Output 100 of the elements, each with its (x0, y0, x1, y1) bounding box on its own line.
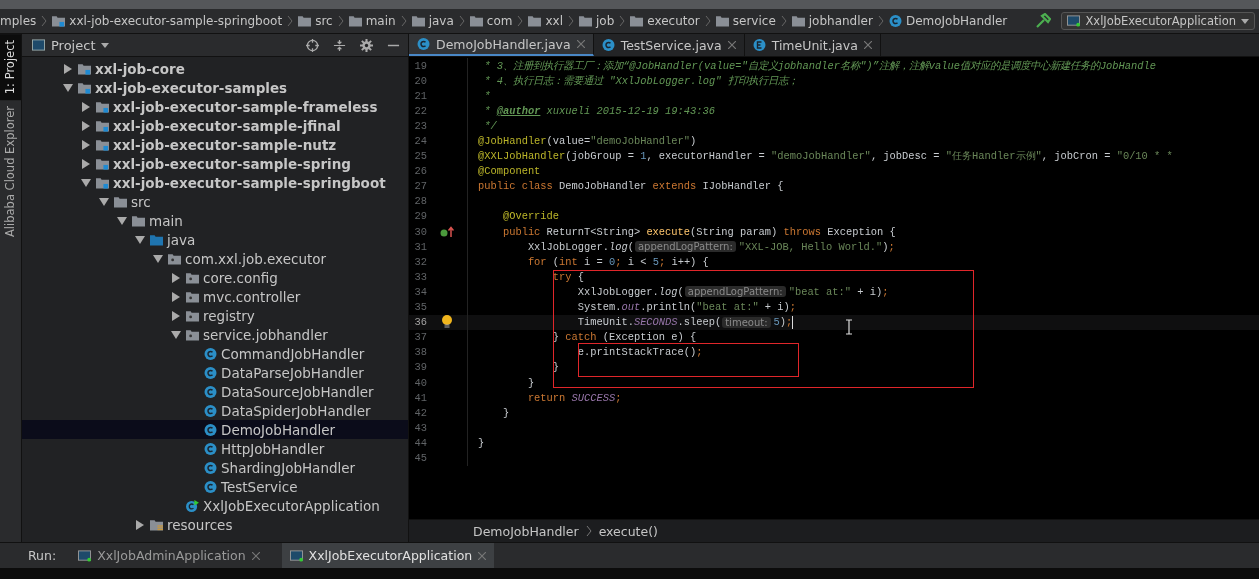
breadcrumb-item[interactable]: src (298, 14, 333, 28)
code-number: 5 (773, 316, 780, 329)
tree-item[interactable]: registry (22, 306, 408, 325)
line-number: 23 (413, 119, 427, 132)
chevron-icon (517, 16, 524, 26)
tree-item[interactable]: xxl-job-executor-sample-jfinal (22, 116, 408, 135)
breadcrumb-item[interactable]: service (715, 14, 776, 28)
code-keyword: ; (888, 240, 895, 253)
breadcrumb-item[interactable]: execute() (598, 523, 658, 539)
tree-item[interactable]: DataParseJobHandler (22, 363, 408, 382)
close-icon[interactable] (251, 551, 260, 560)
code-text: i++) { (671, 255, 709, 268)
tree-item[interactable]: XxlJobExecutorApplication (22, 496, 408, 515)
line-number: 21 (413, 89, 427, 102)
tree-item[interactable]: xxl-job-executor-sample-spring (22, 154, 408, 173)
tree-item[interactable]: ShardingJobHandler (22, 458, 408, 477)
code-text: (String param) (690, 225, 779, 238)
tree-item[interactable]: DataSpiderJobHandler (22, 401, 408, 420)
breadcrumb-item[interactable]: jobhandler (791, 14, 873, 28)
tree-item[interactable]: mvc.controller (22, 287, 408, 306)
tree-item[interactable]: DemoJobHandler (22, 420, 408, 439)
editor-tab[interactable]: TimeUnit.java (744, 34, 881, 56)
module-folder-icon (52, 15, 66, 27)
breadcrumb-item[interactable]: mples (0, 14, 37, 28)
hammer-icon[interactable] (1035, 13, 1052, 29)
tree-item[interactable]: xxl-job-executor-sample-springboot (22, 173, 408, 192)
settings-icon[interactable] (360, 38, 373, 52)
code-text: } (526, 376, 535, 389)
crosshair-icon[interactable] (306, 38, 319, 52)
line-number: 38 (413, 346, 427, 359)
run-configuration-dropdown[interactable]: XxlJobExecutorApplication (1061, 12, 1255, 30)
package-icon (186, 328, 199, 341)
tree-item[interactable]: com.xxl.job.executor (22, 249, 408, 268)
code-keyword: public (501, 225, 542, 238)
breadcrumb-item[interactable]: job (579, 14, 615, 28)
package-icon (186, 309, 199, 322)
code-text: .println( (640, 301, 697, 314)
breadcrumb-item[interactable]: DemoJobHandler (888, 14, 1008, 28)
i-beam-cursor-icon (845, 319, 853, 335)
code-text: ReturnT<String> (546, 225, 642, 238)
tree-item[interactable]: main (22, 211, 408, 230)
panel-title[interactable]: Project (51, 37, 96, 53)
run-tab[interactable]: XxlJobExecutorApplication (281, 543, 495, 568)
code-text: i = (584, 255, 604, 268)
editor-tab[interactable]: TestService.java (593, 34, 745, 56)
tree-item[interactable]: DataSourceJobHandler (22, 382, 408, 401)
breadcrumb-item[interactable]: xxl-job-executor-sample-springboot (52, 14, 283, 28)
tree-item[interactable]: java (22, 230, 408, 249)
breadcrumb-item[interactable]: com (469, 14, 513, 28)
tree-item[interactable]: CommandJobHandler (22, 344, 408, 363)
line-number: 36 (413, 316, 427, 329)
close-icon[interactable] (576, 40, 585, 48)
code-text: ( (627, 240, 634, 253)
tree-item[interactable]: xxl-job-executor-samples (22, 78, 408, 97)
code-keyword: ; (789, 301, 797, 314)
code-annotation: @Override (501, 210, 560, 223)
tool-window-tab[interactable]: 1: Project (0, 34, 21, 101)
class-icon (204, 461, 217, 474)
code-text: } (551, 331, 561, 344)
module-folder-icon (78, 62, 91, 75)
runnable-class-icon (186, 499, 199, 512)
tree-item[interactable]: src (22, 192, 408, 211)
line-number: 39 (413, 361, 427, 374)
code-comment: * 3、注册到执行器工厂：添加“@JobHandler(value="自定义jobhandler名称")”注解，注解value值对应的是调度中心新建任务的JobHandle (483, 58, 1156, 73)
code-text: (value= (546, 135, 591, 147)
tree-item[interactable]: xxl-job-executor-sample-nutz (22, 135, 408, 154)
class-icon (204, 347, 217, 360)
folder-icon (411, 15, 425, 27)
breadcrumb-item[interactable]: xxl (528, 14, 563, 28)
tree-item[interactable]: xxl-job-executor-sample-frameless (22, 97, 408, 116)
breadcrumb-item[interactable]: main (348, 14, 396, 28)
tree-item[interactable]: resources (22, 515, 408, 534)
breadcrumb-item[interactable]: java (411, 14, 454, 28)
close-icon[interactable] (727, 41, 736, 49)
lightbulb-icon[interactable] (441, 315, 453, 330)
tree-item[interactable]: TestService (22, 477, 408, 496)
line-number: 26 (413, 165, 427, 178)
application-icon (78, 549, 92, 562)
run-tab[interactable]: XxlJobAdminApplication (70, 543, 268, 568)
class-icon (888, 15, 902, 27)
module-folder-icon (96, 100, 109, 113)
close-icon[interactable] (863, 41, 872, 49)
code-text: e.printStackTrace() (576, 346, 697, 359)
line-number: 19 (413, 59, 427, 72)
tree-item[interactable]: service.jobhandler (22, 325, 408, 344)
caret-icon[interactable] (101, 42, 110, 48)
collapse-all-icon[interactable] (333, 38, 346, 52)
tool-window-tab[interactable]: Alibaba Cloud Explorer (0, 100, 21, 244)
tree-item[interactable]: xxl-job-core (22, 59, 408, 78)
code-text: ( (552, 255, 560, 268)
tree-item[interactable]: HttpJobHandler (22, 439, 408, 458)
code-text: XxlJobLogger. (526, 240, 609, 253)
breadcrumb-item[interactable]: executor (630, 14, 700, 28)
tree-item[interactable]: core.config (22, 268, 408, 287)
code-field: out (621, 301, 641, 314)
breadcrumb-item[interactable]: DemoJobHandler (473, 523, 579, 539)
code-keyword: ; (615, 255, 623, 268)
override-marker-icon[interactable] (440, 225, 454, 238)
editor-tab[interactable]: DemoJobHandler.java (409, 34, 594, 56)
code-text: + i) (856, 285, 883, 298)
